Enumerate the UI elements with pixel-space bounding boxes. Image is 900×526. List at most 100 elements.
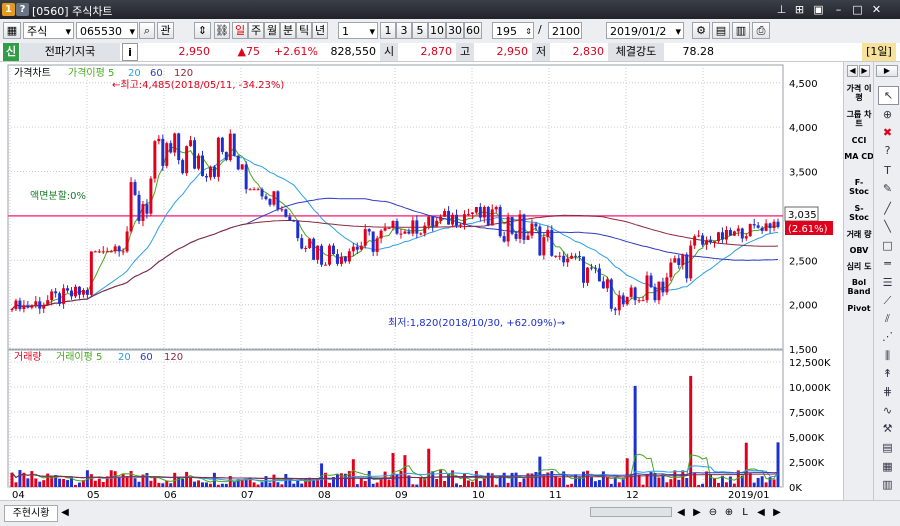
tab-scroll-icon[interactable]: ◀ — [58, 505, 72, 520]
maximize-icon[interactable]: □ — [851, 3, 864, 16]
calc-icon[interactable]: ▦ — [878, 458, 897, 475]
indicator-6[interactable]: 거래 량 — [844, 230, 874, 239]
save-icon[interactable]: ▥ — [732, 22, 750, 39]
candle-body — [34, 301, 38, 306]
volume-bar — [264, 476, 268, 487]
code-input[interactable]: 065530 ▾ — [76, 22, 138, 39]
indicator-4[interactable]: F- Stoc — [844, 178, 874, 196]
cursor-icon[interactable]: ↖ — [878, 86, 899, 105]
tab-year[interactable]: 년 — [312, 22, 328, 39]
trendline-icon[interactable]: ╱ — [878, 200, 897, 217]
volume-bar — [276, 482, 280, 487]
chart2-icon[interactable]: ▥ — [878, 476, 897, 493]
grid2-icon[interactable]: ⋕ — [878, 383, 897, 400]
candle-body — [760, 227, 764, 231]
tab-week[interactable]: 주 — [248, 22, 264, 39]
zoom-out-icon[interactable]: ⊖ — [706, 505, 720, 520]
gann-icon[interactable]: ⋰ — [878, 328, 897, 345]
interval-3[interactable]: 3 — [396, 22, 412, 39]
indicator-9[interactable]: Bol Band — [844, 278, 874, 296]
rect-icon[interactable]: □ — [878, 237, 897, 254]
pin-icon[interactable]: ⊥ — [775, 3, 788, 16]
settings-icon[interactable]: ⚙ — [692, 22, 710, 39]
spin-icon[interactable]: ⇕ — [194, 22, 211, 39]
tab-month[interactable]: 월 — [264, 22, 280, 39]
indicator-8[interactable]: 심리 도 — [844, 262, 874, 271]
indicator-5[interactable]: S- Stoc — [844, 204, 874, 222]
print-icon[interactable]: ⎙ — [752, 22, 770, 39]
cross-icon[interactable]: ⊕ — [878, 106, 897, 123]
screen2-icon[interactable]: ▤ — [878, 439, 897, 456]
question-icon[interactable]: ? — [878, 142, 897, 159]
x-tick-label: 12 — [626, 490, 639, 500]
chart-svg[interactable]: 4,5004,0003,5003,0002,5002,0001,50012,50… — [0, 62, 843, 501]
candle-body — [713, 241, 716, 243]
wave-icon[interactable]: ∿ — [878, 402, 897, 419]
auto-icon[interactable]: ⚒ — [878, 420, 897, 437]
related-button[interactable]: 관 — [157, 22, 174, 39]
volume-bar — [617, 482, 621, 487]
arrow-up-icon[interactable]: ↟ — [878, 365, 897, 382]
candle-body — [411, 220, 415, 234]
scroll-right-icon[interactable]: ▶ — [859, 65, 870, 77]
grid-icon[interactable]: ▤ — [712, 22, 730, 39]
link-code-icon[interactable]: ⛓ — [214, 22, 230, 39]
volume-bar — [93, 480, 97, 487]
volume-bar — [161, 483, 165, 487]
next-icon[interactable]: ▶ — [770, 505, 784, 520]
app-icon: 1 — [2, 3, 15, 16]
line-icon[interactable]: ╲ — [878, 218, 897, 235]
market-select[interactable]: 주식 ▾ — [23, 22, 74, 39]
indicator-1[interactable]: 그룹 차트 — [844, 110, 874, 128]
delete-icon[interactable]: ✖ — [878, 124, 897, 141]
indicator-7[interactable]: OBV — [844, 246, 874, 255]
prev-icon[interactable]: ◀ — [754, 505, 768, 520]
zoom-icon-1[interactable]: ◀ — [674, 505, 688, 520]
fib-icon[interactable]: ☰ — [878, 274, 897, 291]
date-picker[interactable]: 2019/01/2 ▾ — [606, 22, 684, 39]
info-button[interactable]: i — [122, 43, 138, 61]
count-input[interactable]: 195 ⇕ — [492, 22, 534, 39]
link-icon[interactable]: ⊞ — [793, 3, 806, 16]
candle-body — [498, 207, 502, 237]
indicator-2[interactable]: CCI — [844, 136, 874, 145]
screen-icon[interactable]: ▣ — [812, 3, 825, 16]
help-icon[interactable]: ? — [16, 3, 29, 16]
zoom-l-icon[interactable]: L — [738, 505, 752, 520]
layout-icon[interactable]: ▦ — [3, 22, 21, 39]
interval-1[interactable]: 1 — [380, 22, 396, 39]
candle-body — [331, 245, 335, 255]
interval-60[interactable]: 60 — [464, 22, 482, 39]
candle-body — [716, 232, 720, 242]
tab-day[interactable]: 일 — [232, 22, 248, 39]
minimize-icon[interactable]: – — [832, 3, 845, 16]
scroll-right2-icon[interactable]: ▶ — [876, 65, 898, 77]
credit-badge: 신 — [3, 43, 19, 61]
interval-5[interactable]: 5 — [412, 22, 428, 39]
chart-area[interactable]: 4,5004,0003,5003,0002,5002,0001,50012,50… — [0, 62, 843, 501]
scroll-left-icon[interactable]: ◀ — [847, 65, 858, 77]
tab-market-status[interactable]: 주현시황 — [4, 505, 58, 522]
indicator-10[interactable]: Pivot — [844, 304, 874, 313]
text-icon[interactable]: T — [878, 162, 897, 179]
zoom-icon-2[interactable]: ▶ — [690, 505, 704, 520]
fan-icon[interactable]: ⟋ — [878, 292, 897, 309]
interval-select[interactable]: 1 ▾ — [338, 22, 378, 39]
tab-tick[interactable]: 틱 — [296, 22, 312, 39]
bars-icon[interactable]: ⫼ — [878, 347, 897, 364]
indicator-0[interactable]: 가격 이평 — [844, 84, 874, 102]
pen-icon[interactable]: ✎ — [878, 180, 897, 197]
interval-10[interactable]: 10 — [428, 22, 446, 39]
volume-tick-label: 2,500K — [789, 458, 825, 469]
close-icon[interactable]: ✕ — [870, 3, 883, 16]
indicator-3[interactable]: MA CD — [844, 152, 874, 161]
interval-30[interactable]: 30 — [446, 22, 464, 39]
channel-icon[interactable]: ⫽ — [878, 310, 897, 327]
hline-icon[interactable]: ═ — [878, 255, 897, 272]
last-rate-label: (2.61%) — [788, 224, 828, 235]
total-input[interactable]: 2100 — [548, 22, 582, 39]
search-icon[interactable]: ⌕ — [139, 22, 155, 39]
tab-minute[interactable]: 분 — [280, 22, 296, 39]
scrollbar[interactable] — [590, 507, 672, 517]
zoom-in-icon[interactable]: ⊕ — [722, 505, 736, 520]
